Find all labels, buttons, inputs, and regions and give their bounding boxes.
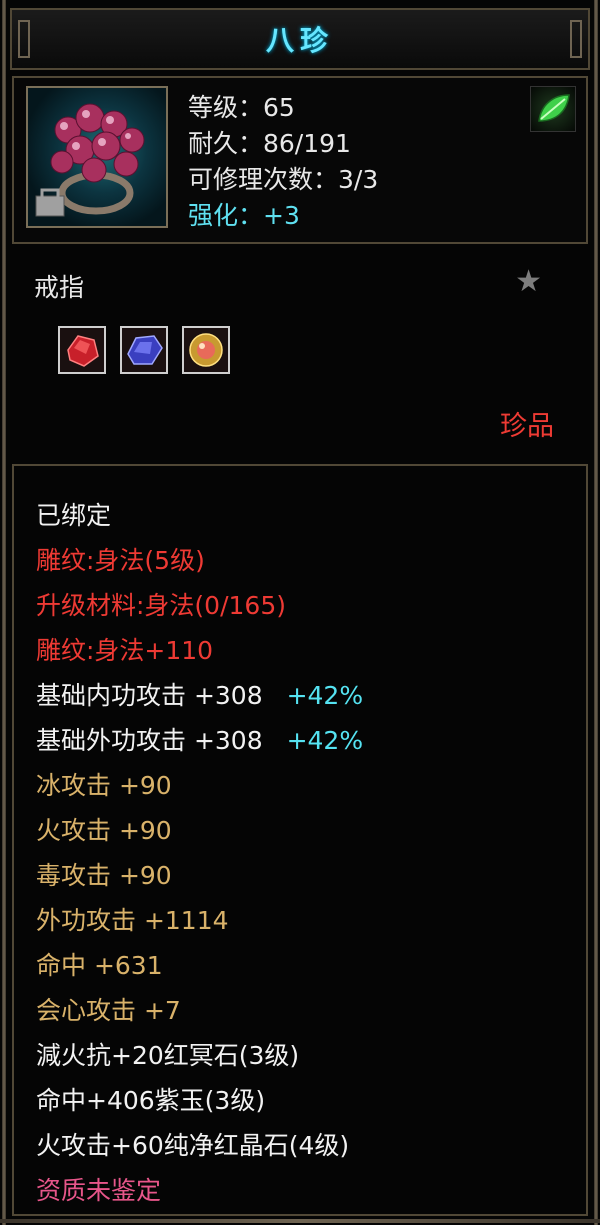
item-type: 戒指: [34, 273, 85, 302]
gold-gem-icon[interactable]: [182, 326, 230, 374]
attr-socket-purple-jade: 命中+406紫玉(3级): [36, 1086, 266, 1115]
attr-base-inner-attack-value: 基础内功攻击 +308: [36, 681, 263, 710]
item-tooltip: 八珍 等级：65 耐久：86/191 可修理次数：3/3 强化：+3 戒指 ★ …: [0, 0, 600, 1225]
item-name: 八珍: [265, 24, 334, 57]
durability-text: 耐久：86/191: [188, 129, 351, 158]
title-bar: 八珍: [10, 8, 590, 70]
attr-base-outer-attack: 基础外功攻击 +308 +42%: [36, 721, 363, 757]
level-text: 等级：65: [188, 93, 295, 122]
item-type-section: 戒指 ★ 珍品: [12, 246, 588, 460]
attr-outer-attack: 外功攻击 +1114: [36, 906, 229, 935]
red-gem-icon[interactable]: [58, 326, 106, 374]
attr-hit: 命中 +631: [36, 951, 163, 980]
attr-base-outer-attack-percent: +42%: [286, 726, 364, 755]
attr-unidentified: 资质未鉴定: [36, 1176, 162, 1205]
attr-ice-attack: 冰攻击 +90: [36, 771, 172, 800]
attr-engraving-bonus: 雕纹:身法+110: [36, 636, 214, 665]
attr-engraving: 雕纹:身法(5级): [36, 546, 205, 575]
attr-base-inner-attack-percent: +42%: [286, 681, 364, 710]
attr-fire-attack: 火攻击 +90: [36, 816, 172, 845]
attr-base-inner-attack: 基础内功攻击 +308 +42%: [36, 676, 363, 712]
attr-socket-red-crystal: 火攻击+60纯净红晶石(4级): [36, 1131, 350, 1160]
bottom-border: [0, 1219, 600, 1223]
attr-base-outer-attack-value: 基础外功攻击 +308: [36, 726, 263, 755]
attr-upgrade-material: 升级材料:身法(0/165): [36, 591, 286, 620]
attr-socket-red-stone: 減火抗+20红冥石(3级): [36, 1041, 300, 1070]
repair-count-text: 可修理次数：3/3: [188, 165, 379, 194]
attr-poison-attack: 毒攻击 +90: [36, 861, 172, 890]
leaf-icon: [530, 86, 576, 132]
item-header: 等级：65 耐久：86/191 可修理次数：3/3 强化：+3: [12, 76, 588, 244]
left-border: [2, 0, 6, 1225]
ring-item-icon: [26, 86, 168, 228]
quality-label: 珍品: [500, 411, 554, 442]
star-icon[interactable]: ★: [515, 264, 542, 299]
right-border: [594, 0, 598, 1225]
attr-critical-attack: 会心攻击 +7: [36, 996, 181, 1025]
blue-gem-icon[interactable]: [120, 326, 168, 374]
attr-bound: 已绑定: [36, 501, 112, 530]
attribute-list: 已绑定 雕纹:身法(5级) 升级材料:身法(0/165) 雕纹:身法+110 基…: [12, 464, 588, 1216]
enhance-text: 强化：+3: [188, 201, 300, 230]
